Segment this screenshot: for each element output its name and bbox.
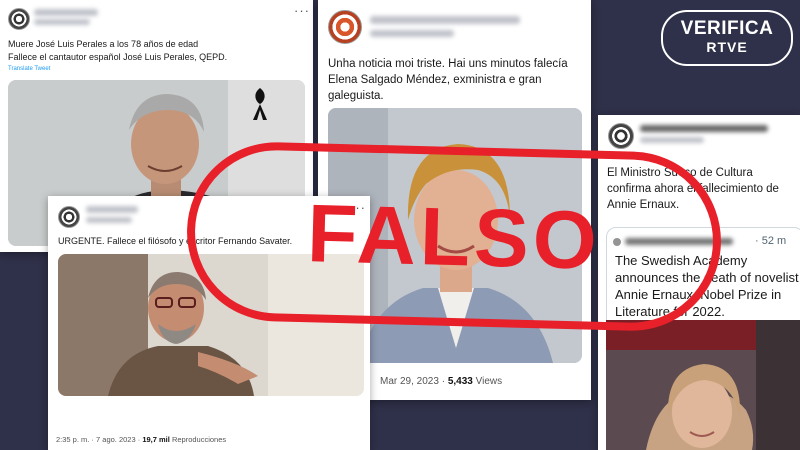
more-options-icon[interactable]: ···	[294, 3, 310, 18]
user-avatar[interactable]	[608, 123, 634, 149]
portrait-ernaux	[606, 320, 800, 450]
tweet-meta: Mar 29, 2023 · 5,433 Views	[380, 376, 503, 387]
blurred-handle	[370, 30, 454, 37]
views-label: Reproducciones	[171, 435, 227, 444]
blurred-username	[34, 9, 98, 16]
mourning-ribbon-icon	[253, 88, 267, 120]
blurred-username	[640, 125, 768, 132]
logo-line2: RTVE	[706, 39, 748, 55]
tweet-meta: 2:35 p. m. · 7 ago. 2023 · 19,7 mil Repr…	[56, 435, 226, 444]
tweet-text-line2: Fallece el cantautor español José Luis P…	[8, 52, 228, 62]
user-avatar[interactable]	[328, 10, 362, 44]
tweet-text: Unha noticia moi triste. Hai uns minutos…	[328, 58, 568, 102]
falso-label: FALSO	[306, 188, 602, 287]
tweet-time[interactable]: 2:35 p. m. · 7 ago. 2023 ·	[56, 435, 140, 444]
verifica-rtve-logo: VERIFICA RTVE	[661, 10, 793, 66]
blurred-username	[86, 206, 138, 213]
tweet-text-line1: Muere José Luis Perales a los 78 años de…	[8, 39, 199, 49]
quoted-time: · 52 m	[755, 235, 787, 247]
tweet-date[interactable]: Mar 29, 2023	[380, 376, 439, 387]
translate-tweet-link[interactable]: Translate Tweet	[8, 66, 50, 72]
blurred-handle	[86, 217, 132, 223]
user-avatar[interactable]	[58, 206, 80, 228]
views-label: Views	[475, 376, 503, 387]
blurred-handle	[34, 19, 90, 25]
views-count: 19,7 mil	[142, 435, 170, 444]
falso-stamp: FALSO	[184, 140, 724, 333]
logo-line1: VERIFICA	[680, 18, 774, 39]
views-count: 5,433	[447, 376, 473, 387]
blurred-username	[370, 16, 520, 24]
blurred-handle	[640, 137, 704, 143]
tweet-photo-ernaux[interactable]	[606, 320, 800, 450]
user-avatar[interactable]	[8, 8, 30, 30]
